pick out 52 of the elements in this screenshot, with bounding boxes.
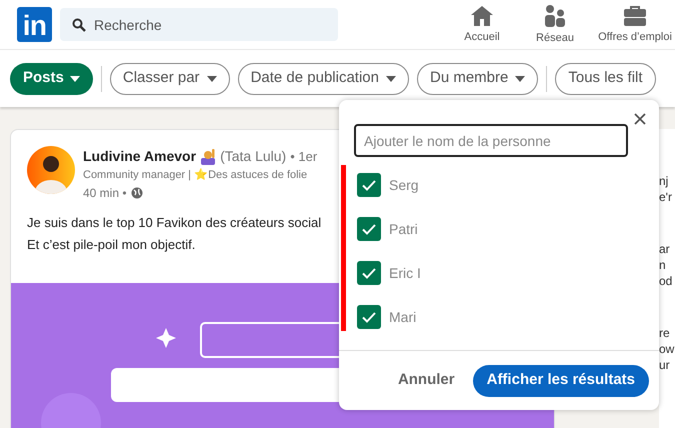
side-text: re: [659, 325, 671, 341]
avatar-icon: [27, 146, 75, 194]
caret-icon: [206, 76, 217, 82]
caret-icon: [386, 76, 396, 82]
people-icon: [543, 4, 567, 28]
post-text: Je suis dans le top 10 Favikon des créateurs social: [27, 214, 322, 232]
person-raising-hand-icon: [200, 148, 216, 164]
check-icon: [362, 312, 376, 322]
connection-degree: • 1er: [290, 148, 318, 166]
side-text: od: [659, 273, 674, 289]
cancel-button[interactable]: Annuler: [394, 369, 459, 392]
show-results-button[interactable]: Afficher les résultats: [472, 364, 649, 396]
side-text: ow: [659, 341, 675, 357]
check-icon: [362, 180, 376, 190]
member-name: Eric I: [389, 264, 421, 282]
nav-link[interactable]: Réseau: [536, 30, 574, 47]
check-icon: [362, 224, 376, 234]
checkbox[interactable]: [357, 261, 381, 285]
caret-icon: [70, 76, 80, 82]
logo[interactable]: in: [17, 7, 52, 42]
member-name: Patri: [389, 220, 418, 238]
checkbox[interactable]: [357, 217, 381, 241]
post-text: Et c’est pile-poil mon objectif.: [27, 236, 196, 254]
house-icon: [470, 5, 494, 28]
filter-pill[interactable]: Posts: [10, 62, 93, 94]
name-input-field[interactable]: Ajouter le nom de la personne: [354, 124, 628, 157]
author-headline: Community manager | ⭐Des astuces de folie: [83, 167, 308, 183]
check-icon: [362, 268, 376, 278]
nav-link[interactable]: Offres d’emploi: [598, 29, 672, 46]
search-field[interactable]: Recherche: [60, 8, 338, 41]
side-text: nj: [659, 173, 670, 189]
author-name[interactable]: Ludivine Amevor: [83, 146, 196, 167]
globe-icon: [130, 186, 143, 198]
member-name: Serg: [389, 176, 419, 195]
side-text: e'r: [659, 189, 673, 205]
filter-pill[interactable]: Du membre: [417, 62, 538, 94]
search-icon: [72, 18, 86, 32]
checkbox[interactable]: [357, 173, 381, 197]
author-nickname: (Tata Lulu): [220, 147, 286, 166]
filter-pill[interactable]: Tous les filt: [555, 62, 656, 94]
side-text: ur: [659, 357, 671, 373]
briefcase-icon: [623, 5, 647, 28]
nav-link[interactable]: Accueil: [464, 29, 500, 46]
filter-pill[interactable]: Date de publication: [238, 62, 409, 94]
filter-pill[interactable]: Classer par: [110, 62, 230, 94]
member-name: Mari: [389, 308, 416, 326]
caret-icon: [515, 76, 526, 82]
side-text: n: [659, 257, 667, 273]
post-time: 40 min •: [83, 184, 127, 202]
side-text: ar: [659, 241, 671, 257]
close-icon: [634, 113, 646, 125]
checkbox[interactable]: [357, 305, 381, 329]
